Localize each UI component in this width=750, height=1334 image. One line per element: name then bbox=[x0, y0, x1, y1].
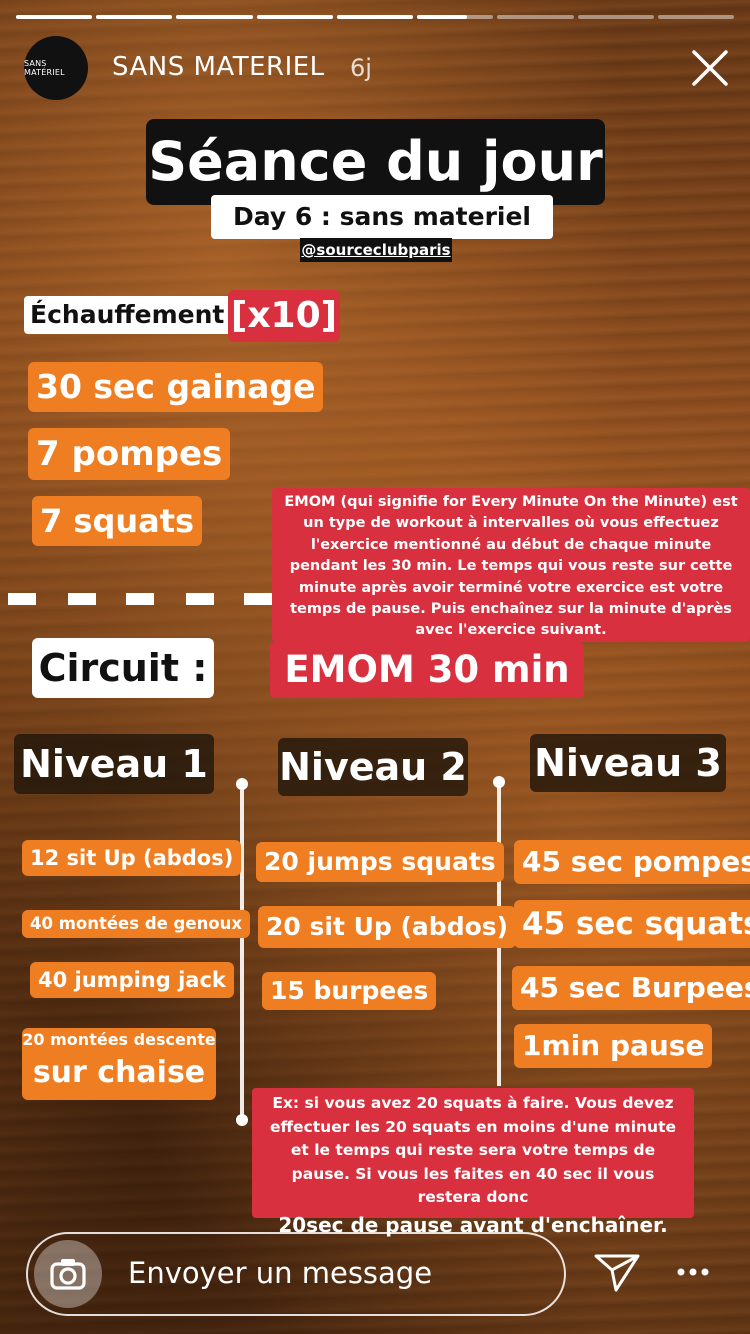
warmup-item: 7 squats bbox=[32, 496, 203, 546]
level1-item: 20 montées descente sur chaise bbox=[22, 1028, 216, 1100]
progress-fill bbox=[336, 15, 414, 19]
level2-item: 15 burpees bbox=[262, 972, 437, 1010]
dash-divider bbox=[126, 593, 154, 605]
progress-fill bbox=[96, 15, 173, 19]
close-icon[interactable] bbox=[688, 46, 732, 90]
avatar[interactable]: SANS MATÉRIEL bbox=[24, 36, 88, 100]
level1-title: Niveau 1 bbox=[14, 734, 214, 794]
circuit-format: EMOM 30 min bbox=[270, 642, 584, 698]
warmup-label: Échauffement : bbox=[24, 296, 250, 334]
warmup-reps: [x10] bbox=[228, 290, 340, 342]
level1-item-small: 20 montées descente bbox=[22, 1030, 216, 1049]
mention-link[interactable]: @sourceclubparis bbox=[300, 238, 452, 262]
level2-item: 20 sit Up (abdos) bbox=[258, 906, 517, 948]
emom-info: EMOM (qui signifie for Every Minute On t… bbox=[272, 488, 750, 642]
level3-item: 45 sec squats bbox=[514, 900, 750, 948]
progress-fill bbox=[256, 15, 333, 19]
progress-segment bbox=[96, 15, 173, 19]
progress-segment bbox=[176, 15, 253, 19]
progress-segment bbox=[336, 15, 414, 19]
progress-segment bbox=[657, 15, 734, 19]
level3-item: 1min pause bbox=[514, 1024, 713, 1068]
level1-item: 12 sit Up (abdos) bbox=[22, 840, 242, 876]
progress-fill bbox=[176, 15, 253, 19]
level1-item: 40 jumping jack bbox=[30, 962, 234, 998]
separator-dot bbox=[236, 1114, 248, 1126]
dash-divider bbox=[68, 593, 96, 605]
warmup-item: 30 sec gainage bbox=[28, 362, 324, 412]
level3-title: Niveau 3 bbox=[530, 734, 726, 792]
account-name[interactable]: SANS MATERIEL bbox=[112, 52, 325, 82]
more-icon[interactable] bbox=[674, 1262, 714, 1282]
warmup-item: 7 pompes bbox=[28, 428, 231, 480]
level3-item: 45 sec Burpees bbox=[512, 966, 750, 1010]
example-note: Ex: si vous avez 20 squats à faire. Vous… bbox=[252, 1088, 694, 1237]
progress-segment bbox=[417, 15, 494, 19]
level2-title: Niveau 2 bbox=[278, 738, 468, 796]
level-separator bbox=[240, 786, 244, 1120]
progress-fill bbox=[16, 15, 93, 19]
separator-dot bbox=[236, 778, 248, 790]
page-subtitle: Day 6 : sans materiel bbox=[211, 195, 553, 239]
dash-divider bbox=[186, 593, 214, 605]
level1-item-big: sur chaise bbox=[32, 1055, 206, 1090]
progress-segment bbox=[16, 15, 93, 19]
example-text: Ex: si vous avez 20 squats à faire. Vous… bbox=[269, 1094, 676, 1206]
dash-divider bbox=[8, 593, 36, 605]
avatar-text: SANS MATÉRIEL bbox=[24, 59, 65, 77]
dash-divider bbox=[244, 593, 272, 605]
message-input[interactable]: Envoyer un message bbox=[128, 1256, 432, 1290]
page-title: Séance du jour bbox=[146, 119, 605, 205]
progress-segment bbox=[497, 15, 574, 19]
progress-fill bbox=[417, 15, 467, 19]
level2-item: 20 jumps squats bbox=[256, 842, 504, 882]
camera-icon[interactable] bbox=[34, 1240, 102, 1308]
progress-segment bbox=[577, 15, 654, 19]
circuit-label: Circuit : bbox=[32, 638, 214, 698]
separator-dot bbox=[493, 776, 505, 788]
level1-item: 40 montées de genoux bbox=[22, 910, 251, 938]
send-icon[interactable] bbox=[592, 1248, 642, 1296]
progress-segment bbox=[256, 15, 333, 19]
story-timestamp: 6j bbox=[350, 54, 372, 82]
level3-item: 45 sec pompes bbox=[514, 840, 750, 884]
